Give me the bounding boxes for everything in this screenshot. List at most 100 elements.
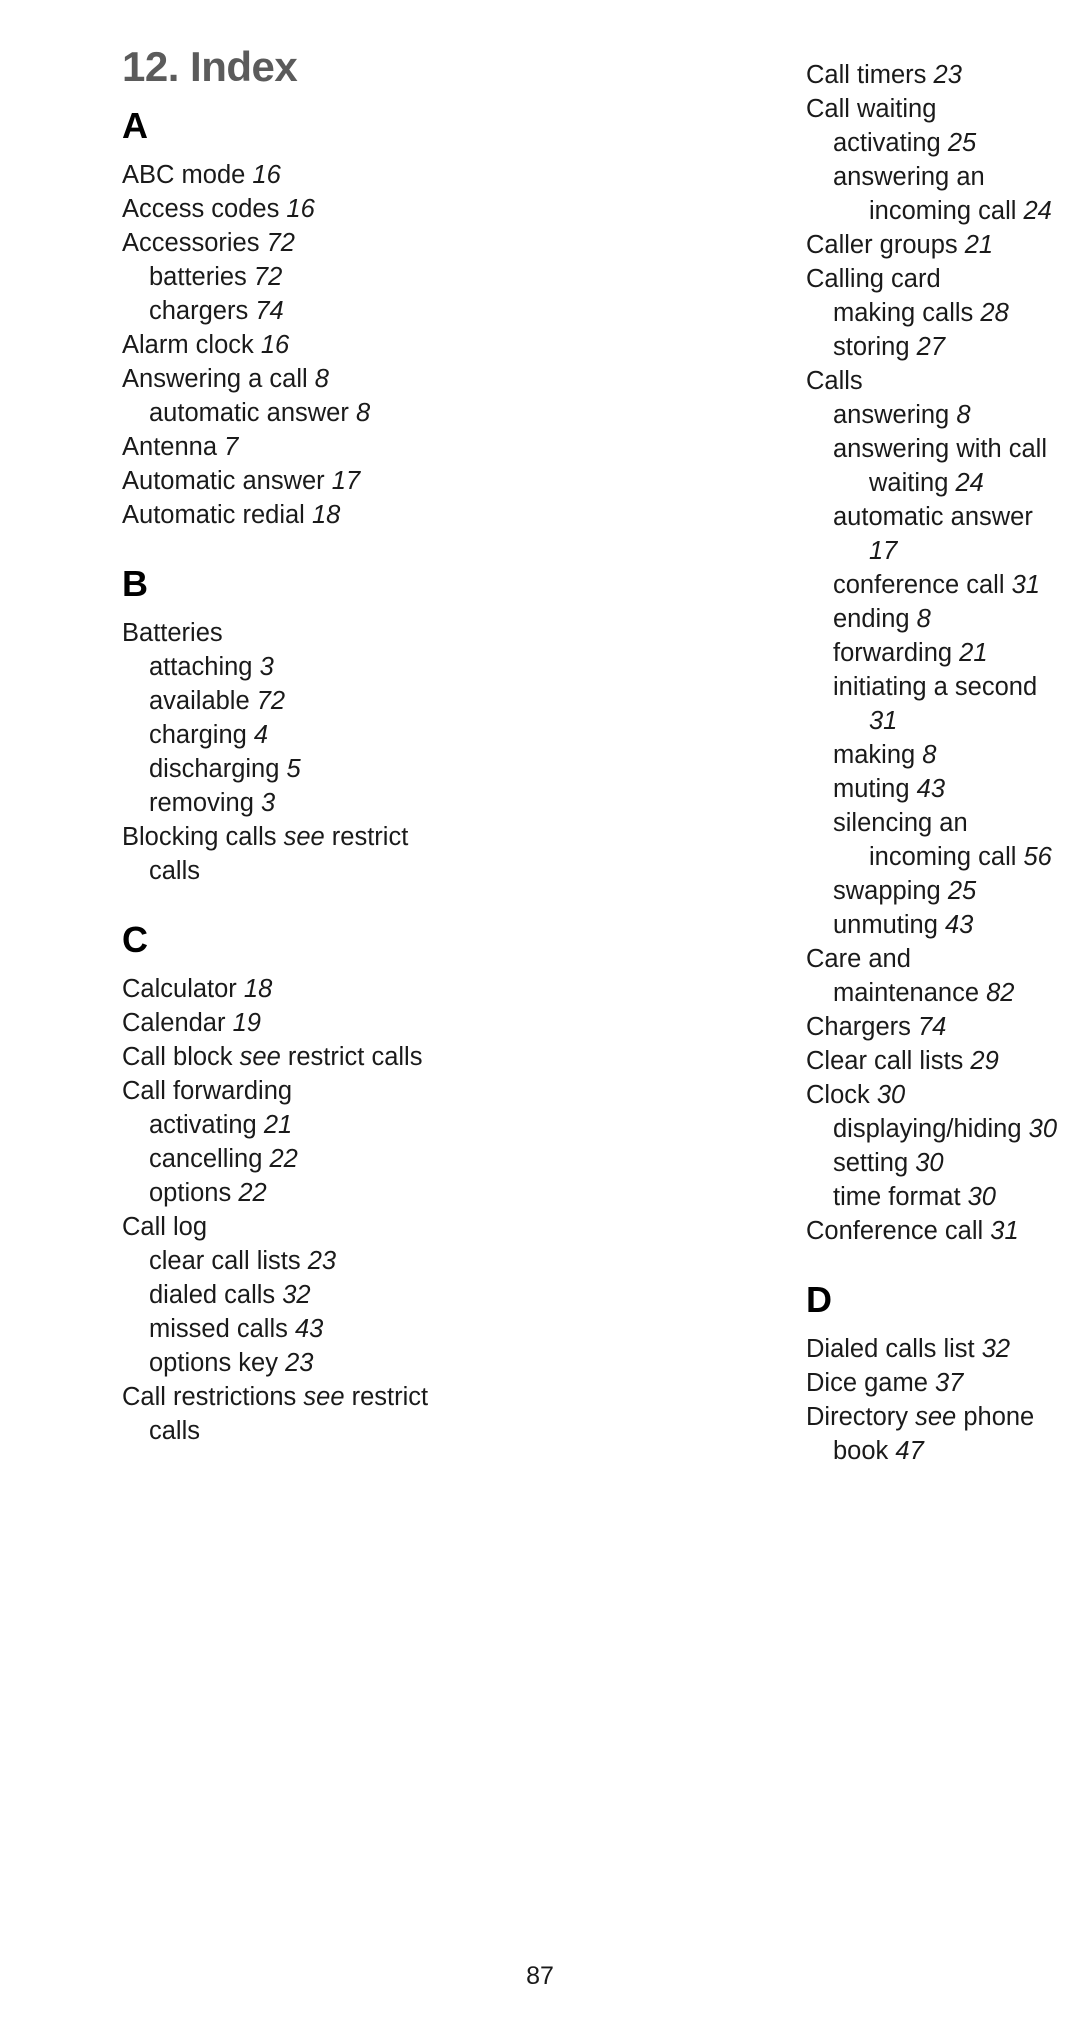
index-entry-text: answering an incoming call [833, 163, 1017, 225]
index-entry: Accessories 72 [122, 226, 458, 260]
index-cross-reference-see: see [239, 1043, 281, 1071]
index-entry: displaying/hiding 30 [806, 1112, 1060, 1146]
index-entry-page-number: 25 [947, 129, 977, 157]
index-entry: cancelling 22 [122, 1142, 458, 1176]
index-entry-page-number: 31 [869, 707, 898, 735]
index-entry-text: unmuting [833, 911, 938, 939]
index-entry-page-number: 74 [255, 297, 284, 325]
index-cross-reference-see: see [915, 1403, 957, 1431]
index-entry: options 22 [122, 1176, 458, 1210]
index-entry: storing 27 [806, 330, 1060, 364]
index-section: B Batteries attaching 3 available 72 chargin… [122, 566, 458, 888]
index-entry-page-number: 22 [238, 1179, 267, 1207]
index-entry-text: Conference call [806, 1217, 984, 1245]
index-entry-page-number: 72 [266, 229, 295, 257]
index-entry-page-number: 21 [263, 1111, 293, 1139]
index-entry-text: cancelling [149, 1145, 263, 1173]
index-entry-text: Directory [806, 1403, 909, 1431]
index-entry-page-number: 72 [256, 687, 286, 715]
index-entry: setting 30 [806, 1146, 1060, 1180]
index-entry: Answering a call 8 [122, 362, 458, 396]
index-entry: Call log [122, 1210, 458, 1244]
index-entry: conference call 31 [806, 568, 1060, 602]
index-cross-reference-see: see [303, 1383, 345, 1411]
index-entry-page-number: 16 [252, 161, 281, 189]
index-entry: activating 21 [122, 1108, 458, 1142]
index-entry-page-number: 21 [959, 639, 988, 667]
index-entry-text: Answering a call [122, 365, 308, 393]
index-entry: dialed calls 32 [122, 1278, 458, 1312]
index-entry-page-number: 43 [916, 775, 946, 803]
index-entry: Access codes 16 [122, 192, 458, 226]
index-entry-page-number: 7 [224, 433, 239, 461]
index-entry-text: discharging [149, 755, 280, 783]
index-entry: automatic answer 17 [806, 500, 1060, 568]
index-entry-text: Call log [122, 1213, 208, 1241]
section-letter-b: B [122, 563, 148, 604]
index-entry: available 72 [122, 684, 458, 718]
index-entry-text: activating [149, 1111, 257, 1139]
index-entry-text: Accessories [122, 229, 260, 257]
index-entry-text: Alarm clock [122, 331, 254, 359]
index-entry-text: making [833, 741, 916, 769]
index-entry-page-number: 37 [934, 1369, 964, 1397]
index-entry: activating 25 [806, 126, 1060, 160]
index-cross-reference-see: see [283, 823, 325, 851]
index-entry: initiating a second 31 [806, 670, 1060, 738]
page-number: 87 [526, 1962, 554, 1990]
index-entry-text: automatic answer [833, 503, 1033, 531]
index-entry: Directory see phone book 47 [806, 1400, 1060, 1468]
index-entry: Dialed calls list 32 [806, 1332, 1060, 1366]
index-entry-page-number: 27 [916, 333, 946, 361]
index-entry: swapping 25 [806, 874, 1060, 908]
index-entry-text: answering with call waiting [833, 435, 1048, 497]
index-entry-page-number: 31 [1011, 571, 1040, 599]
index-entry-text: forwarding [833, 639, 953, 667]
index-entry-text: Call restrictions [122, 1383, 297, 1411]
page-title: 12. Index [122, 43, 298, 90]
index-entry: answering an incoming call 24 [806, 160, 1060, 228]
index-entry-text: Dice game [806, 1369, 928, 1397]
index-entry-text: making calls [833, 299, 974, 327]
index-entry-text: Antenna [122, 433, 218, 461]
index-entry-page-number: 28 [980, 299, 1009, 327]
index-entry-text: displaying/hiding [833, 1115, 1022, 1143]
index-entry-page-number: 23 [285, 1349, 314, 1377]
index-entry: Conference call 31 [806, 1214, 1060, 1248]
index-entry: Clear call lists 29 [806, 1044, 1060, 1078]
index-entry: making calls 28 [806, 296, 1060, 330]
index-section: A ABC mode 16 Access codes 16 Accessories 7… [122, 108, 458, 532]
index-entry: making 8 [806, 738, 1060, 772]
index-entry-page-number: 8 [314, 365, 329, 393]
index-entry: Chargers 74 [806, 1010, 1060, 1044]
index-entry-page-number: 72 [253, 263, 283, 291]
index-entry-text: Caller groups [806, 231, 958, 259]
index-entry-page-number: 16 [286, 195, 315, 223]
index-entry-page-number: 16 [260, 331, 290, 359]
index-entry: batteries 72 [122, 260, 458, 294]
index-section: D Dialed calls list 32 Dice game 37 Directo… [806, 1282, 1060, 1468]
index-entry-page-number: 3 [259, 653, 274, 681]
index-entry: Automatic answer 17 [122, 464, 458, 498]
index-entry-page-number: 5 [286, 755, 301, 783]
index-entry: chargers 74 [122, 294, 458, 328]
index-entry: automatic answer 8 [122, 396, 458, 430]
index-entry-page-number: 3 [260, 789, 276, 817]
index-entry-page-number: 17 [331, 467, 361, 495]
index-entry-text: initiating a second [833, 673, 1038, 701]
index-entry-page-number: 32 [282, 1281, 311, 1309]
index-entry-text: Calculator [122, 975, 237, 1003]
section-letter-d: D [806, 1279, 832, 1320]
index-entry-text: options [149, 1179, 232, 1207]
index-entry: Calls [806, 364, 1060, 398]
index-entry-text: silencing an incoming call [833, 809, 1017, 871]
index-entry: Care and maintenance 82 [806, 942, 1060, 1010]
index-entry: answering with call waiting 24 [806, 432, 1060, 500]
index-entry-text: Dialed calls list [806, 1335, 975, 1363]
index-section: C Calculator 18 Calendar 19 Call block see … [122, 922, 458, 1448]
index-entry: missed calls 43 [122, 1312, 458, 1346]
section-letter-a: A [122, 105, 148, 146]
index-entry-page-number: 30 [915, 1149, 944, 1177]
index-entry: Call block see restrict calls [122, 1040, 458, 1074]
index-entry: charging 4 [122, 718, 458, 752]
